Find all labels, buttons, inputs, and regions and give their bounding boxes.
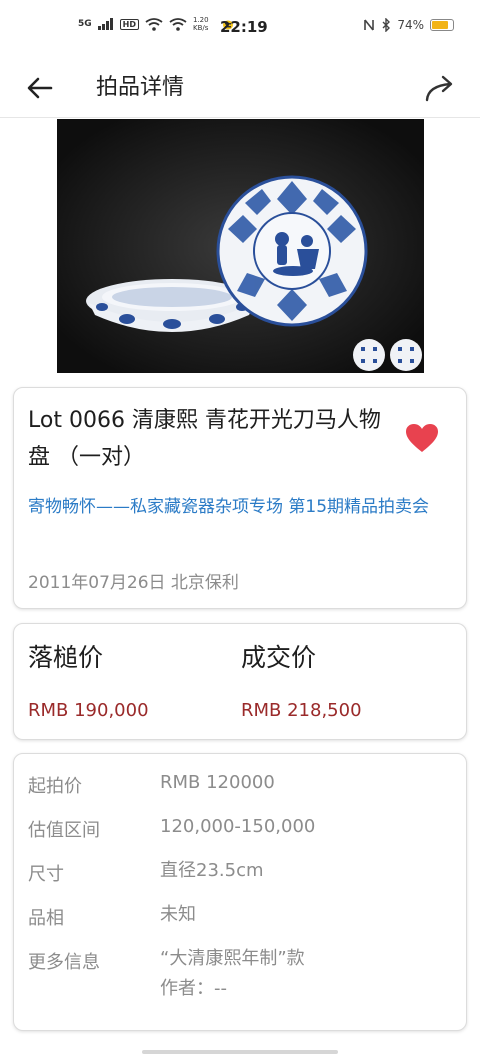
detail-card: 起拍价 RMB 120000 估值区间 120,000-150,000 尺寸 直… (13, 753, 467, 1031)
detail-value: “大清康熙年制”款 (160, 948, 305, 969)
wifi-icon (145, 17, 163, 31)
detail-label: 起拍价 (28, 776, 82, 797)
status-time: 22:19 (220, 18, 268, 36)
app-bar: 拍品详情 (0, 58, 480, 118)
deal-price-label: 成交价 (241, 643, 317, 672)
page-title: 拍品详情 (96, 75, 185, 100)
detail-value: 未知 (160, 904, 196, 925)
home-indicator[interactable] (142, 1050, 338, 1054)
detail-label: 品相 (28, 908, 64, 929)
detail-value: 直径23.5cm (160, 860, 264, 881)
signal-icon (97, 18, 113, 30)
hd-badge: HD (119, 18, 139, 30)
status-bar: 5G HD 1.20 KB/s 22:19 74% (0, 0, 480, 58)
hammer-price-value: RMB 190,000 (28, 700, 149, 721)
network-label: 5G (78, 19, 92, 29)
detail-label: 尺寸 (28, 864, 64, 885)
detail-value-author: 作者：-- (160, 978, 227, 999)
nfc-icon (364, 19, 375, 31)
share-arrow-icon (425, 75, 453, 102)
heart-icon (406, 424, 438, 452)
lot-info-card: Lot 0066 清康熙 青花开光刀马人物盘 （一对） 寄物畅怀——私家藏瓷器杂… (13, 387, 467, 609)
battery-text: 74% (397, 18, 424, 32)
auction-date-place: 2011年07月26日 北京保利 (28, 573, 239, 593)
status-left: 5G HD 1.20 KB/s (78, 16, 235, 32)
bluetooth-icon (382, 18, 391, 32)
deal-price: 成交价 RMB 218,500 (241, 640, 362, 721)
detail-label: 估值区间 (28, 820, 100, 841)
share-button[interactable] (418, 66, 462, 110)
status-right: 74% (363, 18, 454, 32)
wifi-icon-2 (169, 17, 187, 31)
back-button[interactable] (20, 68, 60, 108)
speed-label: 1.20 KB/s (193, 16, 209, 32)
battery-icon (430, 19, 454, 31)
auction-session-link[interactable]: 寄物畅怀——私家藏瓷器杂项专场 第15期精品拍卖会 (28, 492, 458, 522)
favorite-button[interactable] (402, 418, 442, 458)
deal-price-value: RMB 218,500 (241, 700, 362, 721)
porcelain-plates-image (57, 119, 424, 373)
battery-fill (432, 21, 449, 29)
hammer-price-label: 落槌价 (28, 643, 104, 672)
lot-image[interactable] (57, 119, 424, 373)
lot-title: Lot 0066 清康熙 青花开光刀马人物盘 （一对） (28, 408, 381, 470)
detail-label: 更多信息 (28, 952, 100, 973)
hammer-price: 落槌价 RMB 190,000 (28, 640, 149, 721)
price-card: 落槌价 RMB 190,000 成交价 RMB 218,500 (13, 623, 467, 740)
arrow-left-icon (27, 77, 53, 99)
detail-value: 120,000-150,000 (160, 816, 316, 837)
detail-value: RMB 120000 (160, 772, 275, 793)
